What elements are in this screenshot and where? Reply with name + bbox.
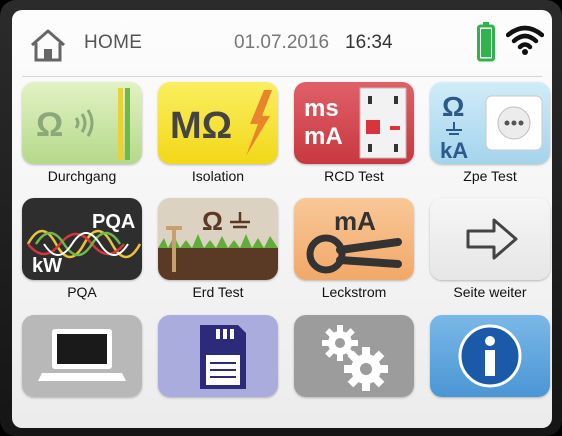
tile-label: Zpe Test <box>463 168 517 184</box>
insulation-icon: MΩ <box>158 82 278 164</box>
laptop-icon <box>22 315 142 397</box>
tile-label: Erd Test <box>192 284 244 300</box>
earth-test-icon: Ω <box>158 198 278 280</box>
svg-text:kW: kW <box>32 255 62 277</box>
screen: HOME 01.07.2016 16:34 Ω Durchgang MΩ Iso… <box>12 10 552 428</box>
header-divider <box>22 76 542 77</box>
arrow-right-icon <box>430 198 550 280</box>
continuity-icon: Ω <box>22 82 142 164</box>
pqa-icon: PQA kW <box>22 198 142 280</box>
svg-text:MΩ: MΩ <box>170 105 232 147</box>
home-label[interactable]: HOME <box>84 32 142 54</box>
zpe-icon: Ω kA <box>430 82 550 164</box>
device-bezel: HOME 01.07.2016 16:34 Ω Durchgang MΩ Iso… <box>0 0 562 436</box>
tile-label: PQA <box>67 284 97 300</box>
wifi-icon <box>506 25 544 55</box>
tile-label: Seite weiter <box>453 284 527 300</box>
home-icon[interactable] <box>28 27 68 63</box>
sd-card-icon <box>158 315 278 397</box>
tile-label: RCD Test <box>324 168 384 184</box>
svg-text:ms: ms <box>304 95 339 122</box>
date-display: 01.07.2016 <box>234 32 330 53</box>
svg-text:mA: mA <box>334 206 376 236</box>
svg-text:Ω: Ω <box>442 91 464 122</box>
tile-label: Leckstrom <box>321 284 387 300</box>
tile-label: Isolation <box>191 168 245 184</box>
info-icon <box>430 315 550 397</box>
svg-text:kA: kA <box>440 138 468 163</box>
battery-icon <box>477 22 495 62</box>
svg-text:Ω: Ω <box>36 106 63 144</box>
rcd-icon: ms mA <box>294 82 414 164</box>
gears-icon <box>294 315 414 397</box>
time-display: 16:34 <box>345 32 393 53</box>
svg-text:Ω: Ω <box>202 206 223 236</box>
svg-text:PQA: PQA <box>92 211 135 233</box>
tile-label: Durchgang <box>47 168 117 184</box>
leakage-clamp-icon: mA <box>294 198 414 280</box>
svg-text:mA: mA <box>304 123 343 150</box>
header-bar: HOME 01.07.2016 16:34 <box>12 10 552 76</box>
